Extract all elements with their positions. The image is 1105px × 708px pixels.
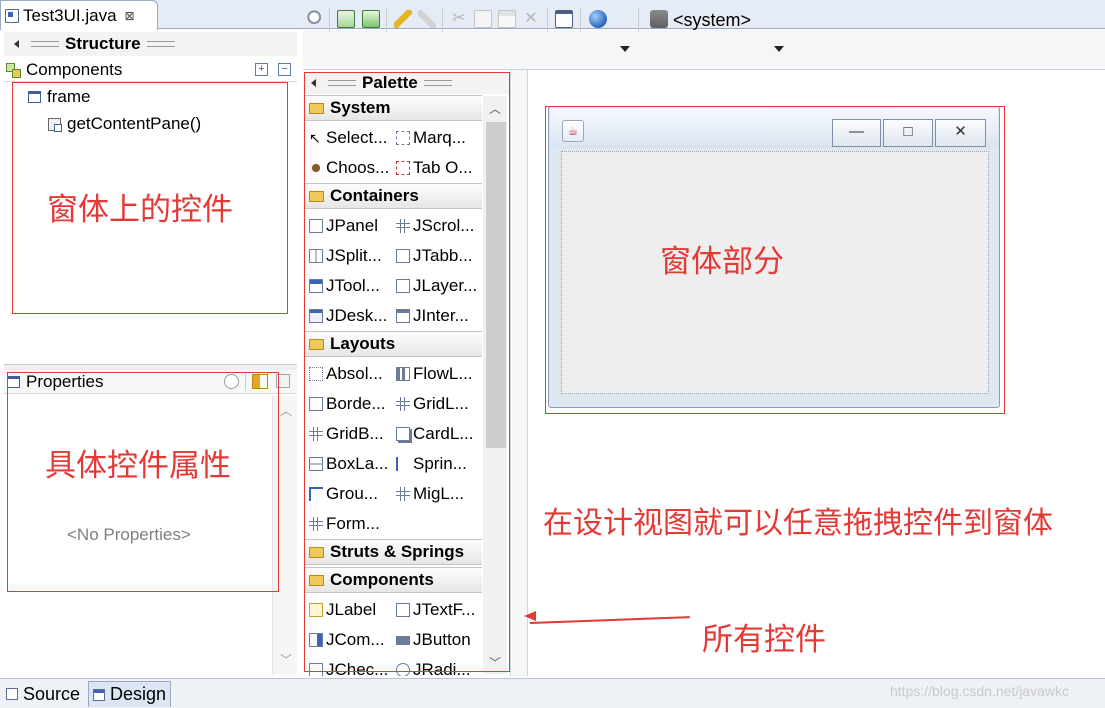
externalize-strings-icon[interactable]: [589, 10, 607, 28]
drag-grip-icon: [31, 41, 59, 47]
redo-icon[interactable]: [418, 10, 436, 28]
annotation-arrow-head: [524, 611, 536, 621]
look-and-feel-icon[interactable]: [650, 10, 668, 28]
tab-source[interactable]: Source: [2, 681, 84, 707]
cut-icon[interactable]: ✂: [450, 10, 468, 28]
components-icon: [6, 62, 21, 78]
toolbar-separator: [547, 8, 548, 32]
delete-icon[interactable]: ✕: [522, 10, 540, 28]
toolbar-separator: [580, 8, 581, 32]
toolbar-separator: [638, 8, 639, 32]
design-toolbar: [303, 30, 1105, 70]
annotation-window-part: 窗体部分: [660, 244, 784, 280]
refresh-icon[interactable]: [362, 10, 380, 28]
editor-tab-title: Test3UI.java: [23, 5, 117, 25]
components-tree-header: Components: [4, 58, 297, 82]
undo-icon[interactable]: [394, 10, 412, 28]
externalize-dropdown-icon[interactable]: [620, 46, 630, 52]
close-tab-icon[interactable]: ⊠: [125, 9, 135, 23]
annotation-controls-on-window: 窗体上的控件: [47, 192, 233, 228]
convert-to-code-icon[interactable]: [337, 10, 355, 28]
canvas-splitter[interactable]: [512, 70, 528, 676]
annotation-drag-hint: 在设计视图就可以任意拖拽控件到窗体: [543, 506, 1053, 541]
tab-label: Source: [23, 683, 81, 704]
source-icon: [6, 688, 18, 700]
components-label: Components: [26, 59, 123, 79]
collapse-left-icon[interactable]: [14, 40, 19, 48]
drag-grip-icon: [146, 41, 175, 47]
toolbar-separator: [329, 8, 330, 32]
scroll-up-icon[interactable]: ︿: [280, 402, 292, 419]
scroll-down-icon[interactable]: ﹀: [280, 651, 292, 668]
tab-label: Design: [110, 684, 167, 704]
editor-tab-strip: [0, 0, 1105, 29]
tab-design[interactable]: Design: [88, 681, 172, 707]
annotation-arrow: [529, 616, 690, 624]
annotation-box-palette: [304, 72, 510, 672]
editor-tab-test3ui[interactable]: Test3UI.java ⊠: [0, 0, 158, 30]
no-properties-text: <No Properties>: [67, 525, 191, 544]
test-gui-icon[interactable]: [307, 10, 325, 28]
structure-title: Structure: [65, 34, 141, 53]
structure-header[interactable]: Structure: [4, 32, 297, 56]
expand-all-icon[interactable]: +: [255, 63, 268, 76]
annotation-control-properties: 具体控件属性: [45, 448, 231, 484]
java-file-icon: [5, 8, 19, 23]
design-icon: [93, 688, 105, 701]
toolbar-separator: [442, 8, 443, 32]
copy-icon[interactable]: [474, 10, 492, 28]
annotation-all-controls: 所有控件: [702, 622, 826, 658]
form-properties-icon[interactable]: [555, 10, 573, 28]
look-and-feel-dropdown-icon[interactable]: [774, 46, 784, 52]
toolbar-separator: [386, 8, 387, 32]
watermark: https://blog.csdn.net/javawkc: [890, 683, 1069, 699]
look-and-feel-select[interactable]: <system>: [673, 10, 751, 31]
collapse-all-icon[interactable]: −: [278, 63, 291, 76]
paste-icon[interactable]: [498, 10, 516, 28]
